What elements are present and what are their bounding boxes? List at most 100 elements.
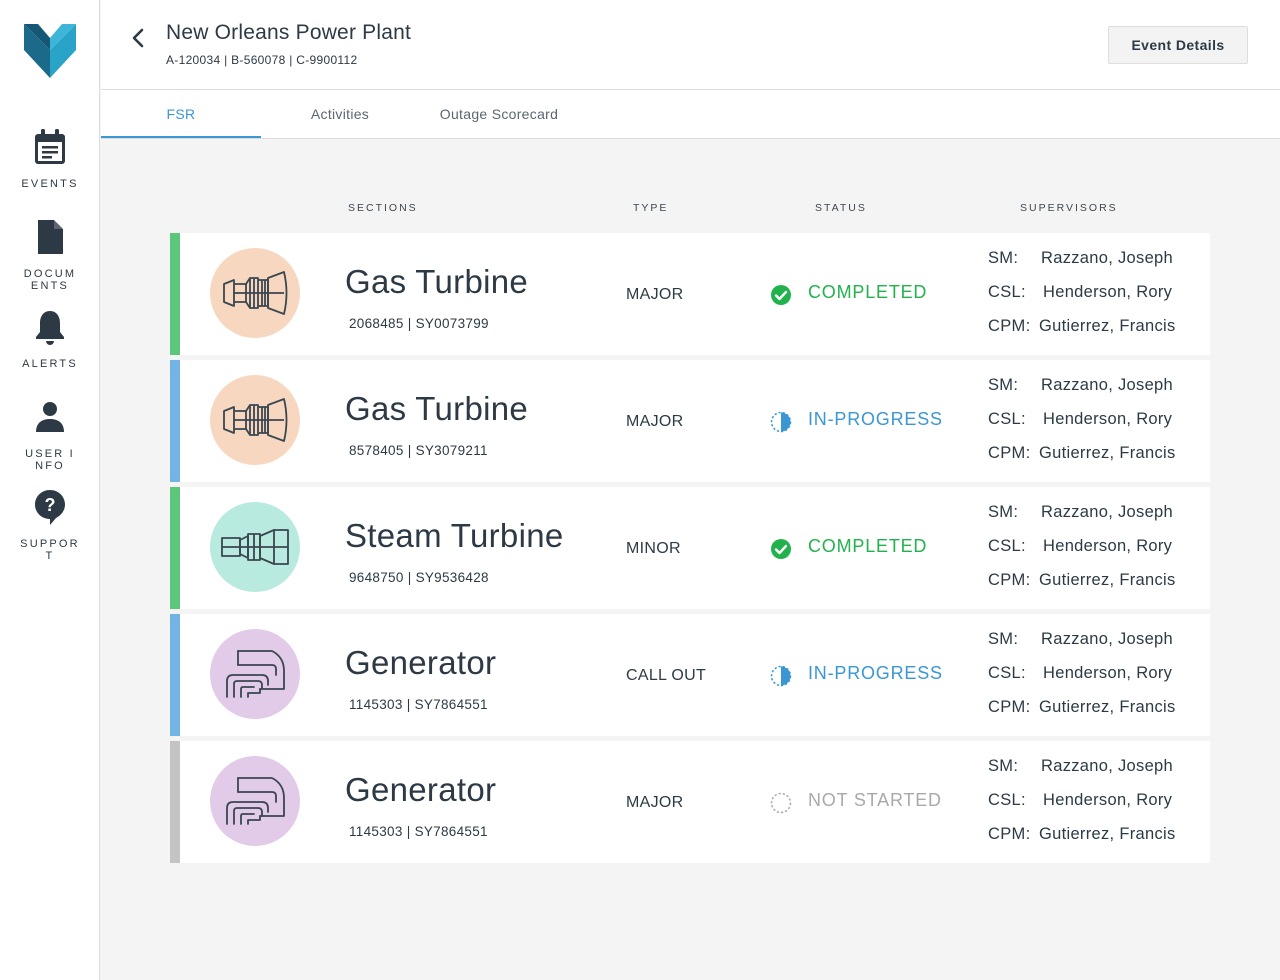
supervisor-entry: CSL: Henderson, Rory <box>988 664 1172 683</box>
completed-check-icon <box>771 285 791 305</box>
tab-fsr[interactable]: FSR <box>101 90 261 138</box>
sidebar: EVENTS DOCUMENTS ALERTS USER INFO ? SUPP… <box>0 0 100 980</box>
event-details-button[interactable]: Event Details <box>1108 26 1248 64</box>
supervisor-name: Razzano, Joseph <box>1041 503 1173 521</box>
sidebar-item-label: EVENTS <box>21 178 79 190</box>
supervisor-role: CSL: <box>988 664 1026 682</box>
sidebar-item-label: USER INFO <box>25 448 75 472</box>
supervisor-entry: CPM: Gutierrez, Francis <box>988 698 1175 717</box>
supervisor-name: Henderson, Rory <box>1043 537 1173 555</box>
sidebar-item-documents[interactable]: DOCUMENTS <box>0 218 100 292</box>
status-bar <box>170 487 180 609</box>
section-name: Gas Turbine <box>345 263 529 300</box>
section-type: MINOR <box>626 540 681 557</box>
supervisor-entry: CSL: Henderson, Rory <box>988 537 1172 556</box>
document-icon <box>38 220 63 254</box>
sidebar-item-support[interactable]: ? SUPPORT <box>0 488 100 562</box>
section-name: Gas Turbine <box>345 390 529 427</box>
supervisor-role: CSL: <box>988 283 1026 301</box>
supervisor-role: CSL: <box>988 410 1026 428</box>
section-type: CALL OUT <box>626 667 707 684</box>
calendar-icon <box>35 129 65 164</box>
section-icon-circle <box>210 248 300 338</box>
page-title: New Orleans Power Plant <box>166 21 412 44</box>
supervisor-name: Gutierrez, Francis <box>1039 571 1176 589</box>
supervisor-name: Razzano, Joseph <box>1041 630 1173 648</box>
section-icon-circle <box>210 502 300 592</box>
section-ids: 1145303 | SY7864551 <box>349 824 488 839</box>
column-header-type: TYPE <box>633 202 669 214</box>
svg-text:?: ? <box>45 495 56 515</box>
section-row[interactable]: Generator 1145303 | SY7864551 MAJOR NOT STA… <box>170 741 1210 863</box>
supervisor-name: Henderson, Rory <box>1043 664 1173 682</box>
section-type: MAJOR <box>626 286 684 303</box>
tab-activities[interactable]: Activities <box>260 90 420 138</box>
sidebar-item-alerts[interactable]: ALERTS <box>0 308 100 370</box>
status-text: NOT STARTED <box>808 790 942 810</box>
supervisor-entry: SM: Razzano, Joseph <box>988 757 1173 776</box>
section-name: Steam Turbine <box>345 517 564 554</box>
sidebar-item-label: DOCUMENTS <box>23 268 77 292</box>
supervisor-role: CPM: <box>988 444 1031 462</box>
supervisor-entry: SM: Razzano, Joseph <box>988 630 1173 649</box>
supervisor-name: Razzano, Joseph <box>1041 376 1173 394</box>
supervisor-name: Gutierrez, Francis <box>1039 698 1176 716</box>
supervisor-role: SM: <box>988 757 1019 775</box>
supervisor-role: CSL: <box>988 791 1026 809</box>
section-icon-circle <box>210 375 300 465</box>
supervisor-name: Gutierrez, Francis <box>1039 317 1176 335</box>
sidebar-item-events[interactable]: EVENTS <box>0 128 100 190</box>
supervisor-role: SM: <box>988 630 1019 648</box>
section-name: Generator <box>345 644 497 681</box>
status-text: IN-PROGRESS <box>808 409 943 429</box>
supervisor-entry: CPM: Gutierrez, Francis <box>988 317 1175 336</box>
completed-check-icon <box>771 539 791 559</box>
in-progress-icon <box>770 411 792 433</box>
section-icon-circle <box>210 629 300 719</box>
supervisor-role: CSL: <box>988 537 1026 555</box>
status-bar <box>170 614 180 736</box>
supervisor-name: Henderson, Rory <box>1043 791 1173 809</box>
column-header-status: STATUS <box>815 202 867 214</box>
status-text: COMPLETED <box>808 282 928 302</box>
back-arrow-icon[interactable] <box>127 26 151 50</box>
supervisor-name: Gutierrez, Francis <box>1039 825 1176 843</box>
supervisor-name: Razzano, Joseph <box>1041 757 1173 775</box>
status-text: COMPLETED <box>808 536 928 556</box>
sidebar-item-label: ALERTS <box>22 358 78 370</box>
generator-icon <box>226 777 285 825</box>
bell-icon <box>36 311 64 345</box>
supervisor-name: Razzano, Joseph <box>1041 249 1173 267</box>
section-row[interactable]: Gas Turbine 2068485 | SY0073799 MAJOR COMPL… <box>170 233 1210 355</box>
section-type: MAJOR <box>626 794 684 811</box>
supervisor-entry: CPM: Gutierrez, Francis <box>988 825 1175 844</box>
supervisor-entry: CPM: Gutierrez, Francis <box>988 444 1175 463</box>
supervisor-entry: SM: Razzano, Joseph <box>988 503 1173 522</box>
column-header-sections: SECTIONS <box>348 202 418 214</box>
supervisor-entry: CPM: Gutierrez, Francis <box>988 571 1175 590</box>
not-started-icon <box>770 792 792 814</box>
section-type: MAJOR <box>626 413 684 430</box>
supervisor-role: CPM: <box>988 571 1031 589</box>
supervisor-entry: CSL: Henderson, Rory <box>988 410 1172 429</box>
supervisor-name: Gutierrez, Francis <box>1039 444 1176 462</box>
supervisor-role: CPM: <box>988 825 1031 843</box>
sidebar-item-user-info[interactable]: USER INFO <box>0 398 100 472</box>
in-progress-icon <box>770 665 792 687</box>
status-text: IN-PROGRESS <box>808 663 943 683</box>
brand-logo <box>24 24 76 78</box>
tab-outage-scorecard[interactable]: Outage Scorecard <box>419 90 579 138</box>
column-header-supervisors: SUPERVISORS <box>1020 202 1118 214</box>
page-subtitle: A-120034 | B-560078 | C-9900112 <box>166 53 358 67</box>
supervisor-name: Henderson, Rory <box>1043 283 1173 301</box>
section-row[interactable]: Steam Turbine 9648750 | SY9536428 MINOR COM… <box>170 487 1210 609</box>
gas-turbine-icon <box>223 271 288 315</box>
supervisor-entry: CSL: Henderson, Rory <box>988 283 1172 302</box>
section-ids: 9648750 | SY9536428 <box>349 570 489 585</box>
supervisor-role: SM: <box>988 249 1019 267</box>
generator-icon <box>226 650 285 698</box>
section-row[interactable]: Generator 1145303 | SY7864551 CALL OUT IN-P… <box>170 614 1210 736</box>
section-row[interactable]: Gas Turbine 8578405 | SY3079211 MAJOR IN-PR… <box>170 360 1210 482</box>
supervisor-role: CPM: <box>988 317 1031 335</box>
status-bar <box>170 233 180 355</box>
